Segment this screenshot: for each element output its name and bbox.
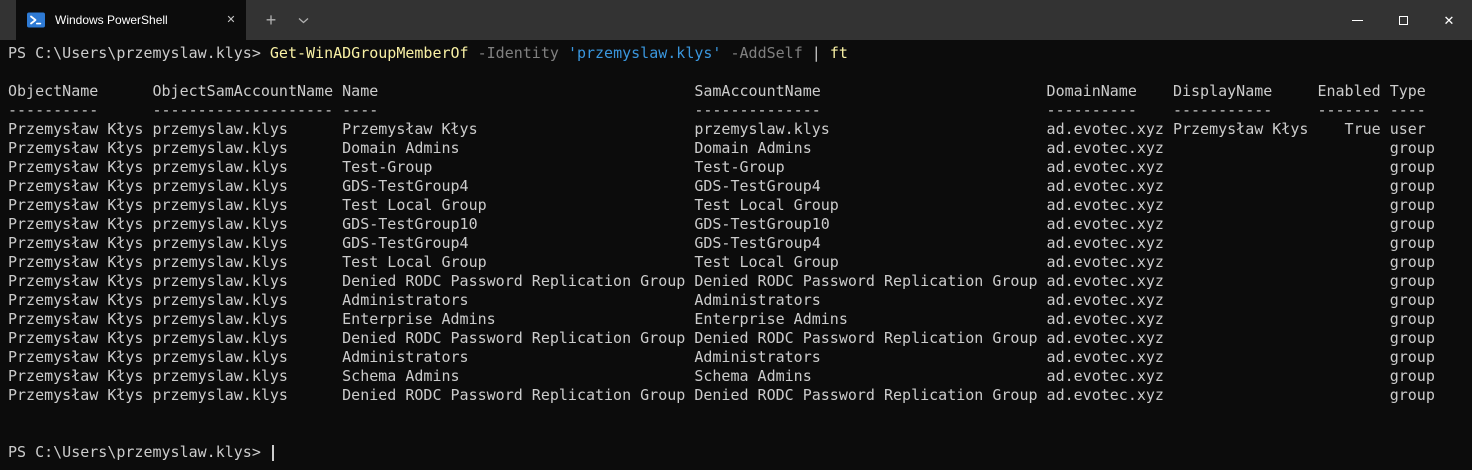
minimize-icon [1352, 20, 1363, 21]
terminal-content[interactable]: PS C:\Users\przemyslaw.klys> Get-WinADGr… [0, 40, 1472, 470]
command-segment [469, 44, 478, 62]
chevron-down-icon [298, 11, 309, 29]
table-row: Przemysław Kłys przemyslaw.klys Denied R… [8, 272, 1472, 291]
maximize-button[interactable] [1380, 0, 1426, 40]
titlebar: Windows PowerShell ✕ + ✕ [0, 0, 1472, 40]
command-segment: -AddSelf [731, 44, 803, 62]
table-row: Przemysław Kłys przemyslaw.klys GDS-Test… [8, 234, 1472, 253]
text-cursor[interactable] [272, 445, 274, 461]
command-segment [559, 44, 568, 62]
tab-windows-powershell[interactable]: Windows PowerShell ✕ [16, 0, 246, 40]
command-segment: 'przemyslaw.klys' [568, 44, 722, 62]
titlebar-drag-area [318, 0, 1334, 40]
table-row: Przemysław Kłys przemyslaw.klys Denied R… [8, 329, 1472, 348]
table-underline-row: ---------- -------------------- ---- ---… [8, 101, 1472, 120]
close-icon: ✕ [1444, 14, 1455, 27]
table-row: Przemysław Kłys przemyslaw.klys Test-Gro… [8, 158, 1472, 177]
command-segment: ft [830, 44, 848, 62]
new-tab-button[interactable]: + [254, 0, 288, 40]
blank-line [8, 405, 1472, 424]
prompt-line: PS C:\Users\przemyslaw.klys> [8, 443, 1472, 462]
table-row: Przemysław Kłys przemyslaw.klys GDS-Test… [8, 215, 1472, 234]
prompt-text: PS C:\Users\przemyslaw.klys> [8, 443, 270, 461]
powershell-icon [26, 10, 46, 30]
terminal-window: Windows PowerShell ✕ + ✕ PS C:\Users\prz… [0, 0, 1472, 470]
table-row: Przemysław Kłys przemyslaw.klys Administ… [8, 291, 1472, 310]
tab-close-icon[interactable]: ✕ [222, 11, 240, 29]
tab-title: Windows PowerShell [55, 13, 213, 27]
command-segment [721, 44, 730, 62]
table-row: Przemysław Kłys przemyslaw.klys GDS-Test… [8, 177, 1472, 196]
table-row: Przemysław Kłys przemyslaw.klys Test Loc… [8, 196, 1472, 215]
command-segment: Get-WinADGroupMemberOf [270, 44, 469, 62]
command-line: PS C:\Users\przemyslaw.klys> Get-WinADGr… [8, 44, 1472, 63]
table-header-row: ObjectName ObjectSamAccountName Name Sam… [8, 82, 1472, 101]
table-row: Przemysław Kłys przemyslaw.klys Test Loc… [8, 253, 1472, 272]
table-row: Przemysław Kłys przemyslaw.klys Denied R… [8, 386, 1472, 405]
blank-line [8, 424, 1472, 443]
command-segment: PS C:\Users\przemyslaw.klys> [8, 44, 270, 62]
command-segment: | [803, 44, 830, 62]
command-segment: -Identity [478, 44, 559, 62]
blank-line [8, 63, 1472, 82]
table-row: Przemysław Kłys przemyslaw.klys Przemysł… [8, 120, 1472, 139]
table-row: Przemysław Kłys przemyslaw.klys Domain A… [8, 139, 1472, 158]
tab-dropdown-button[interactable] [288, 0, 318, 40]
maximize-icon [1399, 16, 1408, 25]
minimize-button[interactable] [1334, 0, 1380, 40]
table-row: Przemysław Kłys przemyslaw.klys Enterpri… [8, 310, 1472, 329]
close-button[interactable]: ✕ [1426, 0, 1472, 40]
table-row: Przemysław Kłys przemyslaw.klys Administ… [8, 348, 1472, 367]
table-row: Przemysław Kłys przemyslaw.klys Schema A… [8, 367, 1472, 386]
table-output: ObjectName ObjectSamAccountName Name Sam… [8, 82, 1472, 405]
